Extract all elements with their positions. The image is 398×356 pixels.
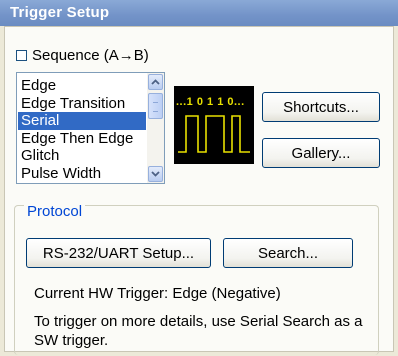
checkbox-box[interactable] <box>16 49 27 61</box>
serial-search-hint: To trigger on more details, use Serial S… <box>34 313 363 349</box>
trigger-type-list: Edge Edge Transition Serial Edge Then Ed… <box>18 77 146 183</box>
list-item-pulse-width[interactable]: Pulse Width <box>18 165 146 183</box>
rs232-uart-setup-button[interactable]: RS-232/UART Setup... <box>26 238 211 268</box>
serial-waveform-icon: ...1 0 1 1 0... <box>176 96 250 153</box>
list-item-serial[interactable]: Serial <box>18 112 146 130</box>
scroll-up-button[interactable] <box>148 74 163 90</box>
gallery-button[interactable]: Gallery... <box>262 138 380 168</box>
list-item-edge-then-edge[interactable]: Edge Then Edge <box>18 130 146 148</box>
window-title: Trigger Setup <box>0 0 398 26</box>
sequence-label: Sequence (A→B) <box>32 46 149 64</box>
list-item-edge-transition[interactable]: Edge Transition <box>18 95 146 113</box>
current-hw-trigger-text: Current HW Trigger: Edge (Negative) <box>34 285 281 302</box>
grip-icon <box>153 102 158 112</box>
list-item-edge[interactable]: Edge <box>18 77 146 95</box>
list-item-glitch[interactable]: Glitch <box>18 147 146 165</box>
scroll-down-button[interactable] <box>148 166 163 182</box>
chevron-up-icon <box>151 79 160 85</box>
protocol-legend: Protocol <box>24 203 86 221</box>
list-scrollbar[interactable] <box>147 73 164 183</box>
trigger-type-listbox[interactable]: Edge Edge Transition Serial Edge Then Ed… <box>16 72 165 184</box>
serial-waveform-preview: ...1 0 1 1 0... <box>174 86 254 164</box>
sequence-checkbox[interactable]: Sequence (A→B) <box>16 46 149 64</box>
search-button[interactable]: Search... <box>223 238 353 268</box>
chevron-down-icon <box>151 171 160 177</box>
waveform-bits: ...1 0 1 1 0... <box>176 96 245 108</box>
shortcuts-button[interactable]: Shortcuts... <box>262 92 380 122</box>
scroll-thumb[interactable] <box>148 93 163 119</box>
